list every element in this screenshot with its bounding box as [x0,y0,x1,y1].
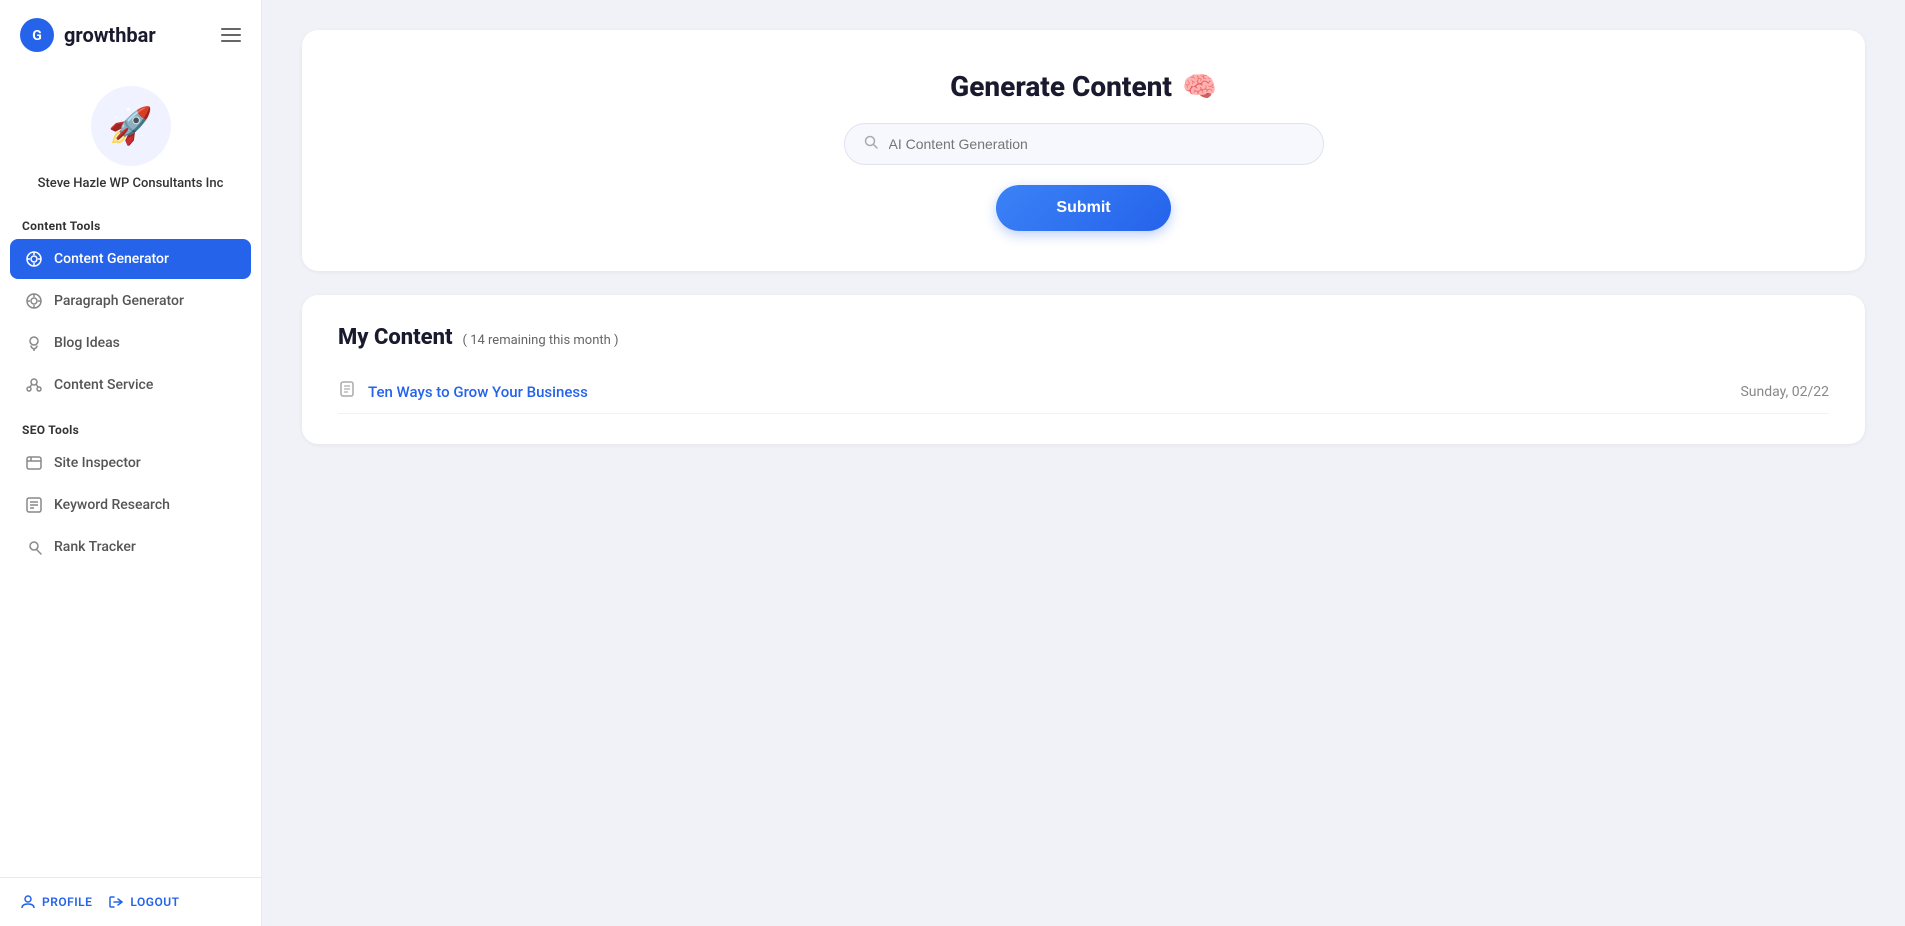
submit-button[interactable]: Submit [996,185,1170,231]
profile-button[interactable]: PROFILE [20,894,92,910]
my-content-card: My Content ( 14 remaining this month ) T… [302,295,1865,444]
avatar: 🚀 [91,86,171,166]
paragraph-generator-icon [24,291,44,311]
sidebar-item-rank-tracker[interactable]: Rank Tracker [10,527,251,567]
sidebar-item-label: Blog Ideas [54,335,120,351]
app-logo-text: growthbar [64,23,156,47]
content-item-date: Sunday, 02/22 [1740,384,1829,400]
sidebar-footer: PROFILE LOGOUT [0,877,261,926]
document-icon [338,380,356,403]
search-input[interactable] [889,136,1305,152]
blog-ideas-icon [24,333,44,353]
content-item-link[interactable]: Ten Ways to Grow Your Business [368,383,588,401]
sidebar-item-label: Content Generator [54,251,169,267]
generate-title-text: Generate Content [950,70,1172,103]
content-generator-icon [24,249,44,269]
rank-tracker-icon [24,537,44,557]
search-bar [844,123,1324,165]
logout-icon [108,894,124,910]
sidebar-item-label: Content Service [54,377,153,393]
logout-button[interactable]: LOGOUT [108,894,179,910]
avatar-emoji: 🚀 [108,105,153,147]
sidebar-header: G growthbar [0,0,261,70]
svg-text:G: G [32,28,42,44]
user-name: Steve Hazle WP Consultants Inc [38,176,224,191]
sidebar-item-label: Paragraph Generator [54,293,184,309]
main-content: Generate Content 🧠 Submit My Content ( 1… [262,0,1905,926]
content-tools-label: Content Tools [10,211,251,239]
sidebar-item-site-inspector[interactable]: Site Inspector [10,443,251,483]
profile-icon [20,894,36,910]
table-row: Ten Ways to Grow Your Business Sunday, 0… [338,370,1829,414]
sidebar-item-label: Rank Tracker [54,539,136,555]
content-row-left: Ten Ways to Grow Your Business [338,380,588,403]
user-avatar-section: 🚀 Steve Hazle WP Consultants Inc [0,70,261,211]
logout-label: LOGOUT [130,895,179,909]
nav-section: Content Tools Content Generator [0,211,261,877]
keyword-research-icon [24,495,44,515]
my-content-title: My Content [338,325,453,350]
content-header: My Content ( 14 remaining this month ) [338,325,1829,350]
sidebar-item-content-service[interactable]: Content Service [10,365,251,405]
menu-toggle-button[interactable] [221,28,241,42]
sidebar-item-keyword-research[interactable]: Keyword Research [10,485,251,525]
seo-tools-label: SEO Tools [10,415,251,443]
growthbar-logo-icon: G [20,18,54,52]
site-inspector-icon [24,453,44,473]
sidebar-item-label: Keyword Research [54,497,170,513]
sidebar-item-label: Site Inspector [54,455,141,471]
brain-emoji: 🧠 [1182,70,1217,103]
content-service-icon [24,375,44,395]
profile-label: PROFILE [42,895,92,909]
search-icon [863,134,879,154]
remaining-badge: ( 14 remaining this month ) [463,333,619,348]
generate-title: Generate Content 🧠 [950,70,1217,103]
generate-content-card: Generate Content 🧠 Submit [302,30,1865,271]
sidebar-item-content-generator[interactable]: Content Generator [10,239,251,279]
sidebar-item-blog-ideas[interactable]: Blog Ideas [10,323,251,363]
sidebar-item-paragraph-generator[interactable]: Paragraph Generator [10,281,251,321]
sidebar: G growthbar 🚀 Steve Hazle WP Consultants… [0,0,262,926]
